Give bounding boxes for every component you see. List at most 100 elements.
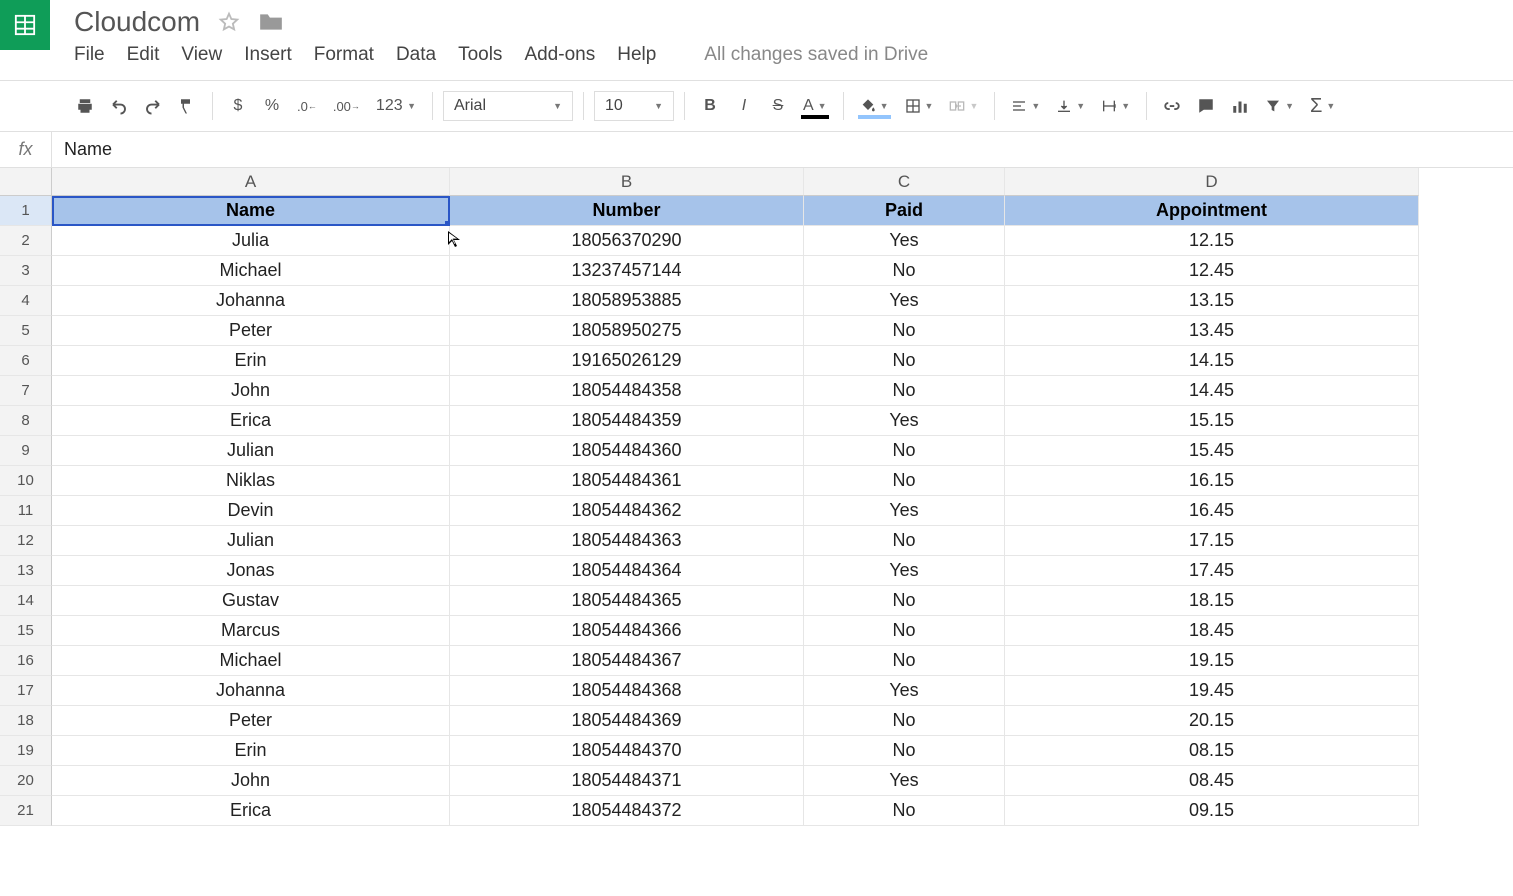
row-header[interactable]: 17 [0,676,52,706]
cell[interactable]: Johanna [52,676,450,706]
cell[interactable]: Julia [52,226,450,256]
cell[interactable]: 08.15 [1005,736,1419,766]
filter-button[interactable]: ▼ [1259,91,1300,121]
row-header[interactable]: 21 [0,796,52,826]
cell[interactable]: 18054484370 [450,736,804,766]
row-header[interactable]: 15 [0,616,52,646]
cell[interactable]: 18.45 [1005,616,1419,646]
cell[interactable]: Peter [52,316,450,346]
cell[interactable]: 17.45 [1005,556,1419,586]
cell[interactable]: Erin [52,736,450,766]
row-header[interactable]: 12 [0,526,52,556]
cell[interactable]: 09.15 [1005,796,1419,826]
row-header[interactable]: 6 [0,346,52,376]
row-header[interactable]: 14 [0,586,52,616]
cell[interactable]: Yes [804,766,1005,796]
number-format-button[interactable]: 123 ▼ [370,91,422,121]
cell[interactable]: Yes [804,556,1005,586]
cell[interactable]: 18054484362 [450,496,804,526]
menu-insert[interactable]: Insert [244,44,292,66]
menu-tools[interactable]: Tools [458,44,502,66]
row-header[interactable]: 7 [0,376,52,406]
cell[interactable]: Erin [52,346,450,376]
row-header[interactable]: 10 [0,466,52,496]
row-header[interactable]: 20 [0,766,52,796]
menu-format[interactable]: Format [314,44,374,66]
cell[interactable]: Peter [52,706,450,736]
cell[interactable]: John [52,766,450,796]
percent-button[interactable]: % [257,91,287,121]
star-icon[interactable] [218,11,240,33]
cell[interactable]: No [804,466,1005,496]
cell[interactable]: 18054484369 [450,706,804,736]
cell[interactable]: 18054484368 [450,676,804,706]
cell[interactable]: No [804,616,1005,646]
redo-icon[interactable] [138,91,168,121]
column-header[interactable]: A [52,168,450,196]
cell[interactable]: No [804,646,1005,676]
bold-button[interactable]: B [695,91,725,121]
cell[interactable]: 15.45 [1005,436,1419,466]
cell[interactable]: No [804,526,1005,556]
menu-view[interactable]: View [181,44,222,66]
cell[interactable]: Jonas [52,556,450,586]
cell[interactable]: Yes [804,406,1005,436]
row-header[interactable]: 11 [0,496,52,526]
insert-chart-icon[interactable] [1225,91,1255,121]
row-header[interactable]: 16 [0,646,52,676]
column-header[interactable]: B [450,168,804,196]
cell[interactable]: No [804,316,1005,346]
cell[interactable]: Michael [52,646,450,676]
row-header[interactable]: 2 [0,226,52,256]
row-header[interactable]: 4 [0,286,52,316]
cell[interactable]: Erica [52,406,450,436]
cell[interactable]: Number [450,196,804,226]
cell[interactable]: Paid [804,196,1005,226]
cell[interactable]: 13.15 [1005,286,1419,316]
cell[interactable]: Yes [804,676,1005,706]
font-family-select[interactable]: Arial▼ [443,91,573,121]
column-header[interactable]: D [1005,168,1419,196]
insert-comment-icon[interactable] [1191,91,1221,121]
cell[interactable]: 17.15 [1005,526,1419,556]
cell[interactable]: 16.45 [1005,496,1419,526]
cell[interactable]: 18.15 [1005,586,1419,616]
cell[interactable]: 18054484360 [450,436,804,466]
menu-edit[interactable]: Edit [127,44,160,66]
strikethrough-button[interactable]: S [763,91,793,121]
cell[interactable]: 18054484365 [450,586,804,616]
cell[interactable]: 18054484372 [450,796,804,826]
cell[interactable]: 12.15 [1005,226,1419,256]
cell[interactable]: 15.15 [1005,406,1419,436]
cell[interactable]: Appointment [1005,196,1419,226]
cell[interactable]: Gustav [52,586,450,616]
cell[interactable]: 13.45 [1005,316,1419,346]
cell[interactable]: 19.45 [1005,676,1419,706]
row-header[interactable]: 19 [0,736,52,766]
cell[interactable]: 18054484364 [450,556,804,586]
document-title[interactable]: Cloudcom [74,6,200,38]
cell[interactable]: No [804,436,1005,466]
paint-format-icon[interactable] [172,91,202,121]
increase-decimal-icon[interactable]: .00→ [327,91,366,121]
text-wrap-button[interactable]: ▼ [1095,91,1136,121]
print-icon[interactable] [70,91,100,121]
cell[interactable]: 12.45 [1005,256,1419,286]
cell[interactable]: Name [52,196,450,226]
cell[interactable]: 18058953885 [450,286,804,316]
cell[interactable]: 14.15 [1005,346,1419,376]
insert-link-icon[interactable] [1157,91,1187,121]
row-header[interactable]: 13 [0,556,52,586]
cell[interactable]: No [804,256,1005,286]
cell[interactable]: 18054484361 [450,466,804,496]
undo-icon[interactable] [104,91,134,121]
menu-data[interactable]: Data [396,44,436,66]
row-header[interactable]: 3 [0,256,52,286]
fill-handle[interactable] [445,221,450,226]
menu-file[interactable]: File [74,44,105,66]
folder-icon[interactable] [258,11,284,33]
cell[interactable]: No [804,346,1005,376]
menu-addons[interactable]: Add-ons [524,44,595,66]
cell[interactable]: Erica [52,796,450,826]
cell[interactable]: 18056370290 [450,226,804,256]
